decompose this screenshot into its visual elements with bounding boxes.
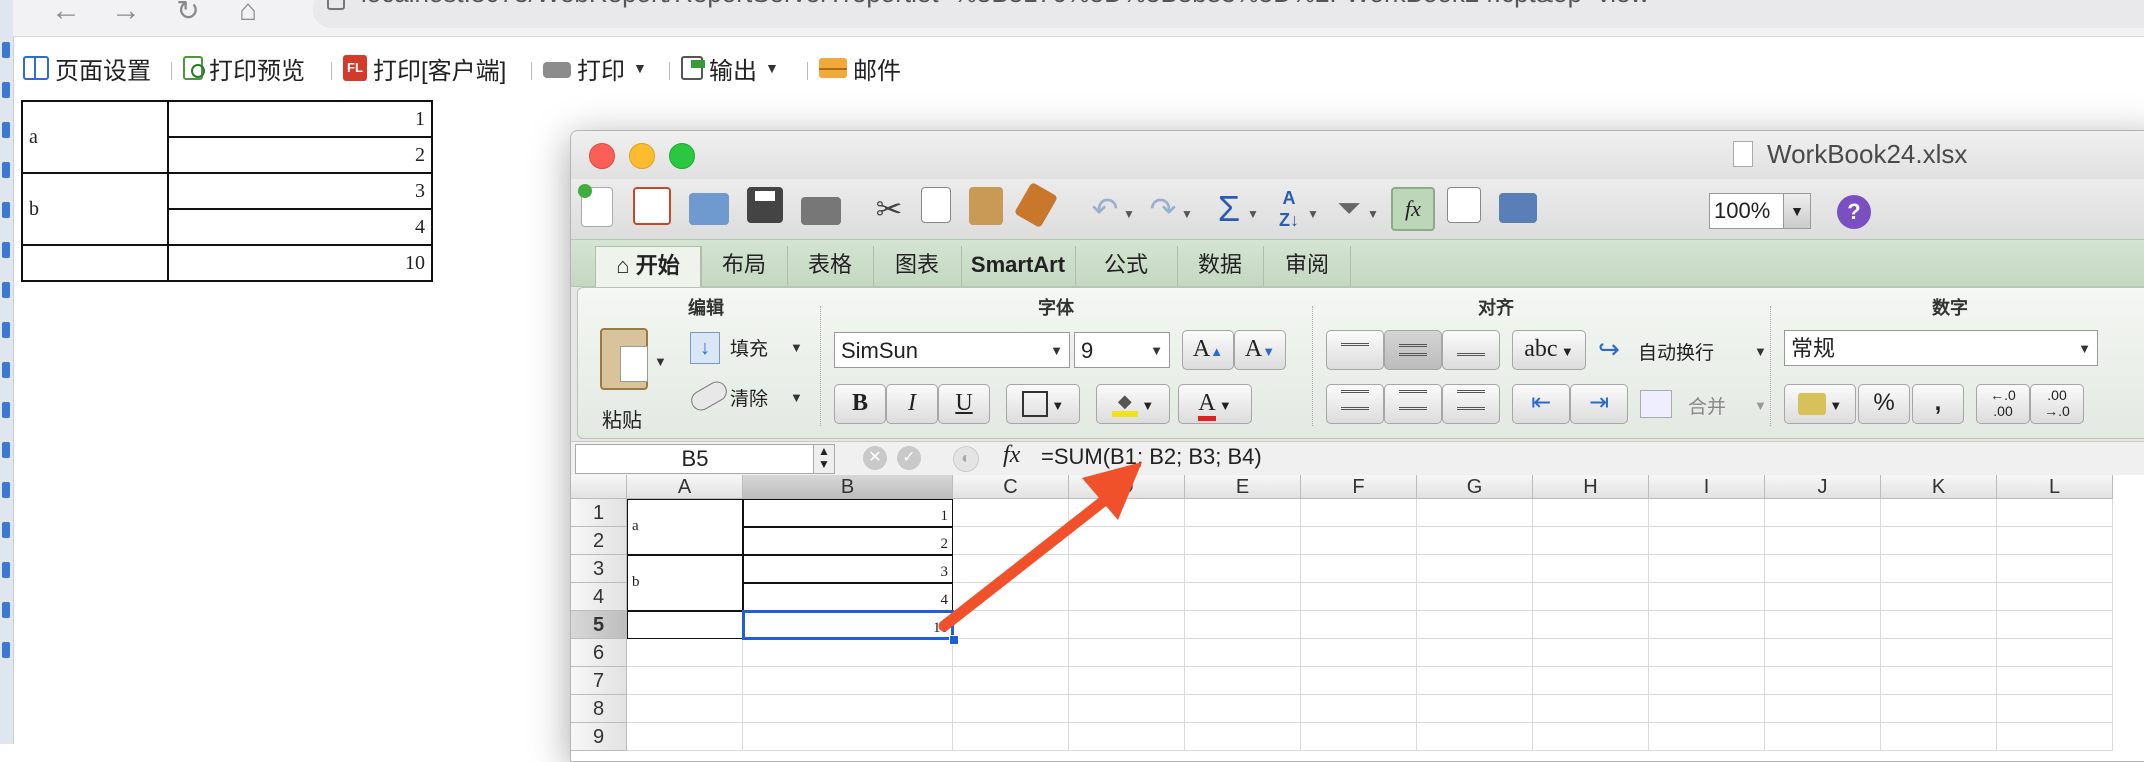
annotation-arrow [938,462,1142,632]
arrow-shaft [938,490,1116,632]
